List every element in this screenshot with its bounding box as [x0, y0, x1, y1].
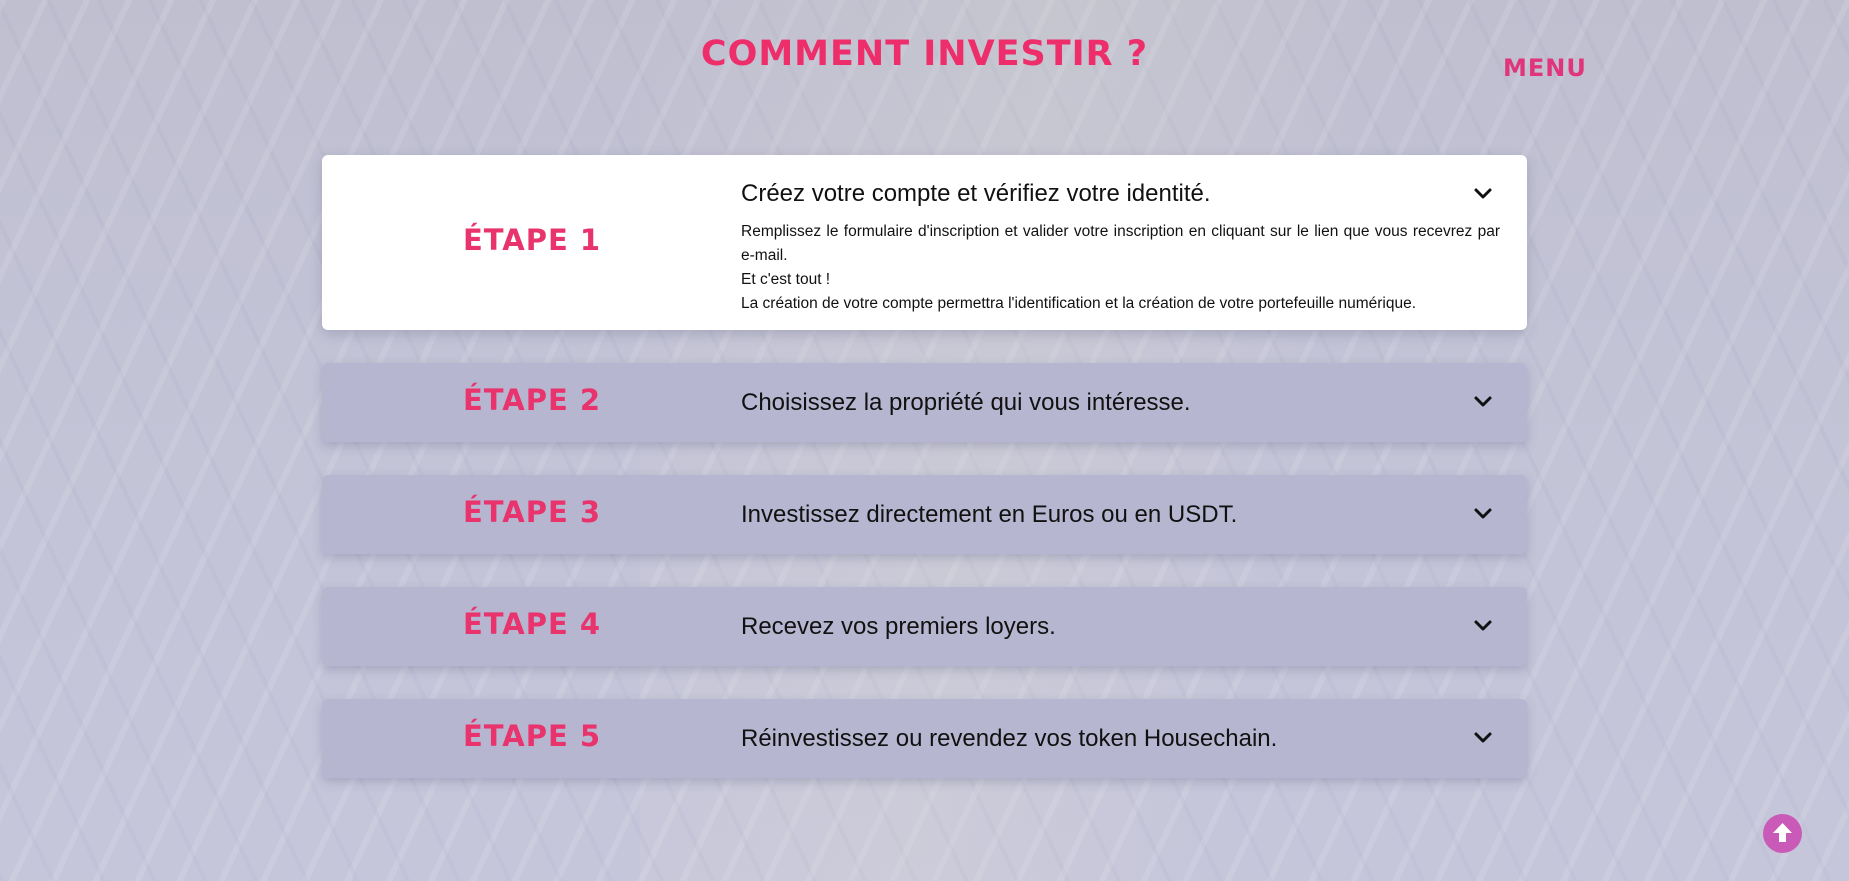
chevron-down-icon[interactable] — [1473, 618, 1493, 634]
chevron-down-icon[interactable] — [1473, 186, 1493, 202]
arrow-up-icon — [1773, 823, 1792, 842]
step-title[interactable]: Investissez directement en Euros ou en U… — [741, 501, 1237, 529]
step-label: ÉTAPE 3 — [462, 495, 602, 529]
step-description: Remplissez le formulaire d'inscription e… — [741, 220, 1500, 316]
step-card-5[interactable]: ÉTAPE 5 Réinvestissez ou revendez vos to… — [322, 699, 1527, 778]
step-card-1[interactable]: ÉTAPE 1 Créez votre compte et vérifiez v… — [322, 155, 1527, 330]
step-card-3[interactable]: ÉTAPE 3 Investissez directement en Euros… — [322, 475, 1527, 554]
chevron-down-icon[interactable] — [1473, 506, 1493, 522]
step-title[interactable]: Créez votre compte et vérifiez votre ide… — [741, 180, 1211, 208]
step-label: ÉTAPE 2 — [462, 383, 602, 417]
steps-accordion: ÉTAPE 1 Créez votre compte et vérifiez v… — [322, 155, 1527, 811]
step-label: ÉTAPE 5 — [462, 719, 602, 753]
chevron-down-icon[interactable] — [1473, 730, 1493, 746]
step-card-2[interactable]: ÉTAPE 2 Choisissez la propriété qui vous… — [322, 363, 1527, 442]
description-line: La création de votre compte permettra l'… — [741, 295, 1416, 312]
description-line: Et c'est tout ! — [741, 271, 831, 288]
step-label: ÉTAPE 1 — [462, 223, 602, 257]
step-title[interactable]: Choisissez la propriété qui vous intéres… — [741, 389, 1191, 417]
scroll-to-top-button[interactable] — [1763, 814, 1802, 853]
step-label: ÉTAPE 4 — [462, 607, 602, 641]
step-title[interactable]: Réinvestissez ou revendez vos token Hous… — [741, 725, 1277, 753]
step-card-4[interactable]: ÉTAPE 4 Recevez vos premiers loyers. — [322, 587, 1527, 666]
chevron-down-icon[interactable] — [1473, 394, 1493, 410]
step-title[interactable]: Recevez vos premiers loyers. — [741, 613, 1056, 641]
description-line: Remplissez le formulaire d'inscription e… — [741, 223, 1500, 264]
menu-button[interactable]: MENU — [1503, 54, 1587, 82]
